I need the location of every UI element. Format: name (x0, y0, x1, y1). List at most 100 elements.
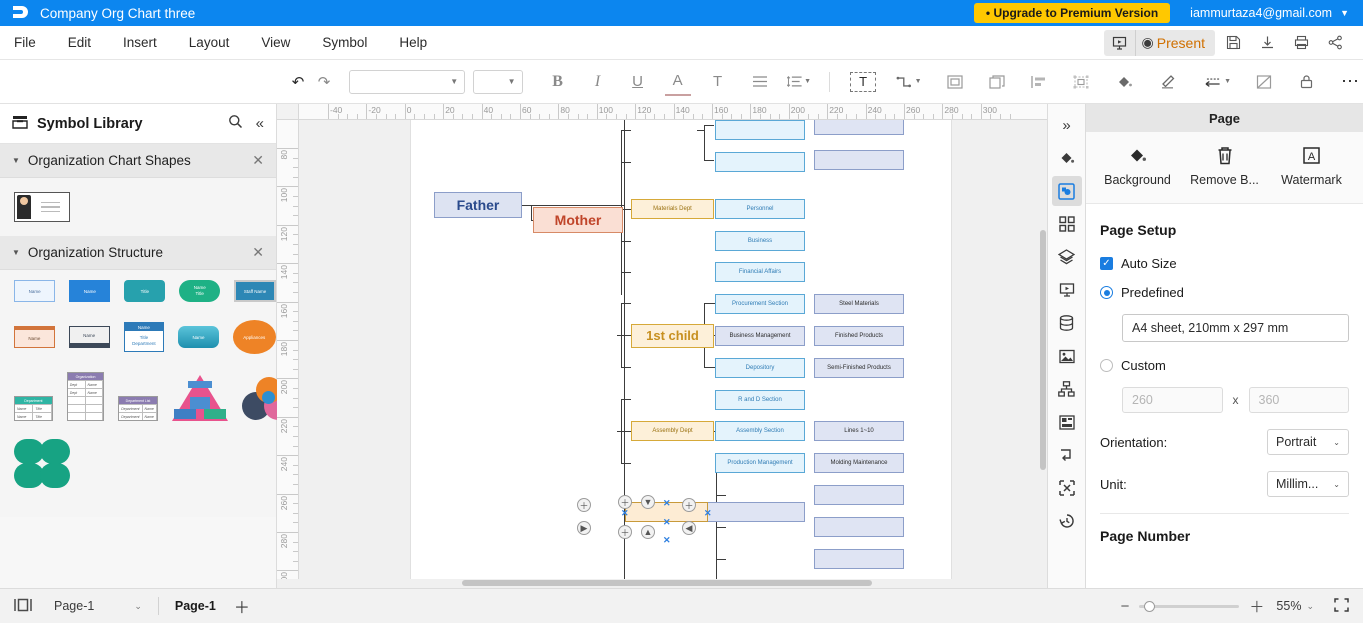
handle-move-up[interactable]: ▲ (641, 525, 655, 539)
menu-edit[interactable]: Edit (52, 26, 107, 60)
connection-point-top[interactable]: ✕ (663, 498, 671, 509)
image-icon[interactable] (1052, 341, 1082, 371)
redo-button[interactable]: ↷ (311, 68, 337, 96)
node-assembly-section[interactable]: Assembly Section (715, 421, 805, 441)
layers-icon[interactable] (1052, 242, 1082, 272)
shape-data-icon[interactable] (1052, 407, 1082, 437)
section-org-structure[interactable]: ▼ Organization Structure ✕ (0, 236, 276, 270)
node-blank-l1[interactable] (814, 120, 904, 135)
fill-bucket-icon[interactable] (1052, 143, 1082, 173)
handle-move-down[interactable]: ▼ (641, 495, 655, 509)
pen-button[interactable] (1156, 68, 1182, 96)
shape-title-teal[interactable]: Title (124, 280, 166, 302)
present-group[interactable]: ◉ Present (1103, 29, 1215, 56)
custom-radio[interactable] (1100, 359, 1113, 372)
custom-height-input[interactable]: 360 (1248, 387, 1349, 413)
handle-add-right[interactable]: ＋ (682, 498, 696, 512)
node-assembly-dept[interactable]: Assembly Dept (631, 421, 714, 441)
presentation-screen-icon[interactable] (1104, 29, 1136, 56)
chevron-down-icon[interactable]: ▼ (12, 156, 20, 165)
text-align-button[interactable] (747, 68, 773, 96)
handle-add-left[interactable]: ＋ (577, 498, 591, 512)
node-blank-m2[interactable] (715, 152, 805, 172)
shape-name-title-green[interactable]: Name Title (179, 280, 221, 302)
node-semi-finished-products[interactable]: Semi-Finished Products (814, 358, 904, 378)
menu-insert[interactable]: Insert (107, 26, 173, 60)
account-email[interactable]: iammurtaza4@gmail.com (1190, 6, 1332, 20)
line-spacing-button[interactable]: ▼ (783, 68, 816, 96)
remove-background-button[interactable]: Remove B... (1181, 146, 1268, 187)
page-layout-icon[interactable] (14, 598, 32, 615)
shape-staff-name[interactable]: Staff Name (234, 280, 276, 302)
lock-icon[interactable] (1293, 68, 1319, 96)
undo-button[interactable]: ↶ (285, 68, 311, 96)
close-icon[interactable]: ✕ (252, 152, 264, 169)
font-size-select[interactable]: ▼ (473, 69, 523, 94)
node-procurement-section[interactable]: Procurement Section (715, 294, 805, 314)
custom-width-input[interactable]: 260 (1122, 387, 1223, 413)
font-color-button[interactable]: A (664, 68, 691, 96)
unit-select[interactable]: Millim... ⌄ (1267, 471, 1349, 497)
shape-name-outline[interactable]: Name (14, 280, 56, 302)
section-org-chart-shapes[interactable]: ▼ Organization Chart Shapes ✕ (0, 144, 276, 178)
handle-expand-right[interactable]: ▶ (577, 521, 591, 535)
menu-symbol[interactable]: Symbol (306, 26, 383, 60)
node-production-management[interactable]: Production Management (715, 453, 805, 473)
connection-point-bottom[interactable]: ✕ (663, 535, 671, 546)
shape-name-dark[interactable]: Name (68, 326, 110, 348)
node-steel-materials[interactable]: Steel Materials (814, 294, 904, 314)
duplicate-button[interactable] (984, 68, 1010, 96)
org-chart[interactable]: Father Mother Materials Dept 1st child A… (299, 120, 1047, 579)
search-icon[interactable] (228, 114, 243, 133)
connection-point-left[interactable]: ✕ (621, 508, 629, 519)
menu-view[interactable]: View (245, 26, 306, 60)
node-father[interactable]: Father (434, 192, 522, 218)
page-tab-page-1[interactable]: Page-1 (175, 599, 216, 613)
shape-name-blue[interactable]: Name (69, 280, 111, 302)
more-options-button[interactable]: ⋯ (1337, 68, 1363, 96)
expand-panel-icon[interactable]: » (1052, 110, 1082, 140)
no-fill-button[interactable] (1251, 68, 1277, 96)
node-finished-products[interactable]: Finished Products (814, 326, 904, 346)
add-page-button[interactable]: ＋ (234, 594, 250, 618)
history-icon[interactable] (1052, 506, 1082, 536)
line-style-button[interactable]: ▼ (1200, 68, 1235, 96)
org-chart-icon[interactable] (1052, 374, 1082, 404)
page-select[interactable]: Page-1 (54, 599, 94, 613)
save-icon[interactable] (1217, 29, 1249, 57)
close-icon[interactable]: ✕ (252, 244, 264, 261)
node-lines-1-10[interactable]: Lines 1~10 (814, 421, 904, 441)
node-1st-child[interactable]: 1st child (631, 324, 714, 348)
node-molding-maintenance[interactable]: Molding Maintenance (814, 453, 904, 473)
upgrade-premium-button[interactable]: • Upgrade to Premium Version (973, 3, 1171, 23)
chevron-down-icon[interactable]: ▼ (1340, 8, 1349, 18)
node-personnel[interactable]: Personnel (715, 199, 805, 219)
font-family-select[interactable]: ▼ (349, 69, 466, 94)
shape-table-purple-tall[interactable]: Organization Dept Name Dept Name (66, 372, 105, 421)
zoom-slider[interactable] (1139, 600, 1240, 612)
scatter-icon[interactable] (1052, 473, 1082, 503)
bold-button[interactable]: B (545, 68, 571, 96)
node-blank-r2[interactable] (814, 517, 904, 537)
connection-point-right[interactable]: ✕ (704, 508, 712, 519)
zoom-out-button[interactable]: − (1121, 598, 1130, 615)
shape-ellipse-orange[interactable]: Appliances (232, 320, 277, 354)
auto-size-row[interactable]: ✓ Auto Size (1100, 256, 1349, 271)
frame-button[interactable] (942, 68, 968, 96)
node-blank-r3[interactable] (814, 549, 904, 569)
auto-size-checkbox[interactable]: ✓ (1100, 257, 1113, 270)
zoom-slider-thumb[interactable] (1144, 600, 1156, 612)
node-blank-l2[interactable] (814, 150, 904, 170)
menu-file[interactable]: File (0, 26, 52, 60)
shape-name-orange[interactable]: Name (14, 326, 55, 348)
canvas-horizontal-scrollbar[interactable] (277, 579, 1047, 588)
underline-button[interactable]: U (625, 68, 651, 96)
handle-collapse-left[interactable]: ◀ (682, 521, 696, 535)
chevron-down-icon[interactable]: ▼ (12, 248, 20, 257)
shape-name-title-dept[interactable]: Name Title Department (123, 322, 165, 352)
connection-point-mid[interactable]: ✕ (663, 517, 671, 528)
fill-color-button[interactable] (1112, 68, 1138, 96)
node-blank-m1[interactable] (715, 120, 805, 140)
menu-help[interactable]: Help (383, 26, 443, 60)
shape-name-gradient[interactable]: Name (178, 326, 219, 348)
